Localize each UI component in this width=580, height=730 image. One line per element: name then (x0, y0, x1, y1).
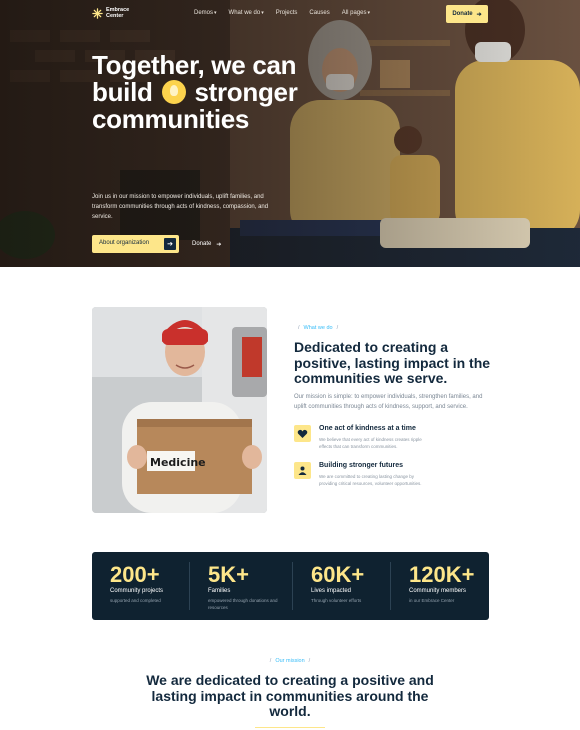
stat-value: 5K+ (208, 562, 249, 587)
logo[interactable]: Embrace Center (92, 7, 132, 19)
about-organization-button[interactable]: About organization ➔ (92, 235, 179, 253)
feature-title: Building stronger futures (319, 462, 403, 469)
about-text: Our mission is simple: to empower indivi… (294, 394, 483, 410)
about-title: Dedicated to creating a positive, lastin… (294, 339, 491, 386)
donate-button-label: Donate (452, 11, 473, 17)
stat-label: Families (208, 588, 231, 594)
stat-label: Community projects (110, 588, 164, 594)
nav-link-causes[interactable]: Causes (309, 10, 329, 16)
about-eyebrow: / What we do / (294, 325, 342, 331)
hero-overlay (0, 0, 580, 267)
arrow-right-icon: ➔ (164, 238, 176, 250)
volunteer-photo-illustration: Medicine (92, 307, 267, 513)
top-nav: Embrace Center Demos▾ What we do▾ Projec… (92, 5, 488, 25)
stats-panel: 200+ Community projects supported and co… (92, 552, 489, 620)
logo-sun-icon (92, 7, 103, 19)
stat-subtext: in our Embrace Center (409, 598, 455, 603)
eyebrow-slash: / (269, 658, 272, 664)
eyebrow-slash: / (308, 658, 311, 664)
stat-value: 120K+ (409, 562, 475, 587)
nav-link-all-pages[interactable]: All pages▾ (342, 10, 370, 16)
stat-divider (390, 562, 391, 610)
eyebrow-slash: / (298, 325, 300, 331)
hero-title-word: stronger (194, 77, 298, 107)
feature-text: We are committed to creating lasting cha… (319, 474, 422, 486)
hero-title-line: communities (92, 104, 250, 134)
people-icon (294, 462, 311, 479)
stat-subtext: supported and completed (110, 598, 161, 603)
stat-value: 200+ (110, 562, 160, 587)
mission-divider (255, 727, 325, 728)
hero-description: Join us in our mission to empower indivi… (92, 194, 269, 220)
stat-divider (292, 562, 293, 610)
stat-value: 60K+ (311, 562, 365, 587)
mission-title: We are dedicated to creating a positive … (146, 672, 434, 719)
nav-link-label: What we do (228, 10, 261, 16)
nav-link-label: All pages (341, 10, 367, 16)
hero-title-word: build (92, 77, 153, 107)
hero-donate-label: Donate (192, 241, 212, 247)
nav-links: Demos▾ What we do▾ Projects Causes All p… (194, 10, 382, 16)
about-eyebrow-text: What we do (303, 325, 333, 331)
arrow-right-icon: ➔ (476, 11, 482, 18)
stat-label: Community members (409, 588, 467, 594)
hero-section: Embrace Center Demos▾ What we do▾ Projec… (0, 0, 580, 267)
arrow-right-icon: ➔ (216, 241, 222, 248)
donate-button[interactable]: Donate ➔ (446, 5, 488, 23)
mission-eyebrow: / Our mission / (0, 658, 580, 664)
nav-link-projects[interactable]: Projects (276, 10, 298, 16)
volunteer-medicine-photo: Medicine (92, 307, 267, 513)
stat-label: Lives impacted (311, 588, 352, 594)
chevron-down-icon: ▾ (367, 10, 370, 16)
hero-donate-button[interactable]: Donate ➔ (186, 235, 224, 253)
hero-title-line: Together, we can (92, 50, 297, 80)
eyebrow-slash: / (336, 325, 339, 331)
feature-title: One act of kindness at a time (319, 425, 416, 432)
logo-text: Embrace Center (106, 7, 130, 19)
feature-text: We believe that every act of kindness cr… (319, 437, 422, 449)
nav-link-label: Demos (194, 10, 214, 16)
stat-subtext: empowered through donations and resource… (208, 598, 278, 610)
chevron-down-icon: ▾ (261, 10, 264, 16)
hero-title: Together, we can build stronger communit… (92, 52, 342, 133)
medicine-box-label: Medicine (150, 456, 206, 469)
feature-kindness: One act of kindness at a time We believe… (294, 425, 484, 460)
lightbulb-icon (161, 80, 186, 104)
stat-divider (189, 562, 190, 610)
heart-hands-icon (294, 425, 311, 442)
nav-link-what-we-do[interactable]: What we do▾ (229, 10, 264, 16)
chevron-down-icon: ▾ (214, 10, 217, 16)
mission-eyebrow-text: Our mission (275, 658, 305, 664)
about-organization-label: About organization (99, 240, 150, 246)
feature-futures: Building stronger futures We are committ… (294, 462, 484, 497)
stat-subtext: Through volunteer efforts (311, 598, 362, 603)
nav-link-demos[interactable]: Demos▾ (194, 10, 217, 16)
